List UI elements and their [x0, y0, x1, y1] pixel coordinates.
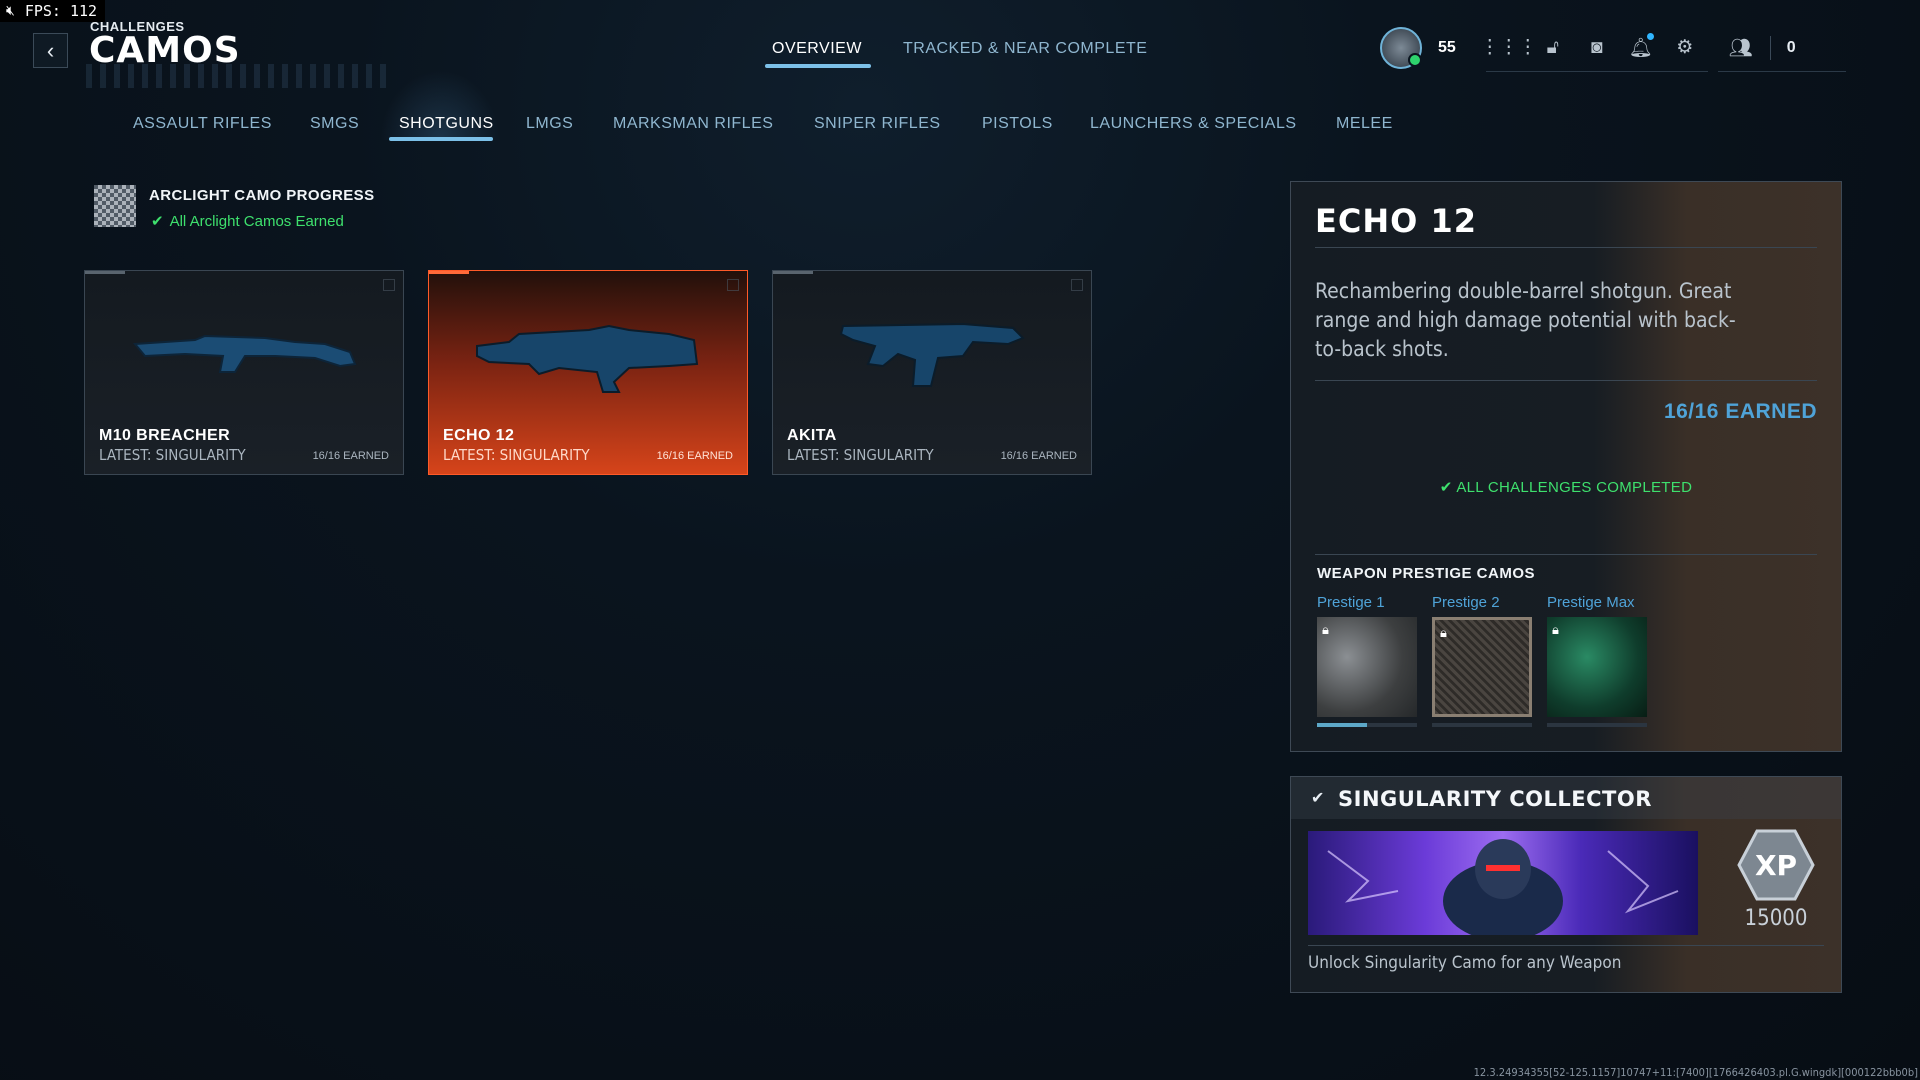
- prestige-progress-bar: [1432, 723, 1532, 727]
- divider: [1308, 945, 1824, 946]
- prestige-max-image: 🔒︎: [1547, 617, 1647, 717]
- prestige-label: Prestige 1: [1317, 594, 1385, 611]
- weapon-latest-camo: LATEST: SINGULARITY: [99, 446, 246, 464]
- friends-area: 👥︎ 0: [1717, 35, 1846, 72]
- weapon-name: AKITA: [787, 427, 837, 444]
- weapon-card-echo-12[interactable]: ECHO 12 LATEST: SINGULARITY 16/16 EARNED: [428, 270, 748, 475]
- lock-icon: 🔒︎: [1322, 622, 1329, 637]
- progress-title: ARCLIGHT CAMO PROGRESS: [149, 187, 375, 204]
- chevron-left-icon: ‹: [46, 37, 55, 63]
- mute-icon: 🔇︎: [6, 3, 15, 19]
- prestige-max-camo[interactable]: Prestige Max 🔒︎: [1547, 594, 1647, 727]
- lock-icon: 🔒︎: [1440, 625, 1447, 640]
- card-top-bar: [429, 271, 469, 274]
- progress-status-text: All Arclight Camos Earned: [169, 213, 344, 230]
- category-sniper-rifles[interactable]: SNIPER RIFLES: [814, 115, 941, 133]
- divider: [1315, 554, 1817, 555]
- prestige-progress-fill: [1317, 723, 1367, 727]
- check-icon: ✔: [1311, 790, 1325, 807]
- fps-text: FPS: 112: [24, 2, 98, 20]
- collector-description: Unlock Singularity Camo for any Weapon: [1308, 953, 1622, 973]
- weapon-name: ECHO 12: [443, 427, 515, 444]
- gear-icon[interactable]: ⚙: [1672, 35, 1698, 61]
- friends-count: 0: [1786, 38, 1796, 56]
- prestige-2-image: 🔒︎: [1432, 617, 1532, 717]
- tab-overview[interactable]: OVERVIEW: [772, 40, 862, 58]
- prestige-2-camo[interactable]: Prestige 2 🔒︎: [1432, 594, 1532, 727]
- weapon-latest-camo: LATEST: SINGULARITY: [787, 446, 934, 464]
- category-lmgs[interactable]: LMGS: [526, 115, 573, 133]
- m10-breacher-weapon-image: [132, 334, 357, 373]
- prestige-1-image: 🔒︎: [1317, 617, 1417, 717]
- bell-icon[interactable]: 🔔︎: [1628, 32, 1654, 61]
- category-smgs[interactable]: SMGS: [310, 115, 359, 133]
- prestige-label: Prestige 2: [1432, 594, 1500, 611]
- category-underline: [389, 137, 493, 141]
- camera-icon[interactable]: ◙: [1584, 35, 1610, 61]
- xp-amount: 15000: [1744, 906, 1808, 931]
- grid-menu-icon[interactable]: ⋮⋮⋮: [1480, 35, 1537, 61]
- card-corner-icon: [383, 279, 395, 291]
- prestige-progress-bar: [1547, 723, 1647, 727]
- prestige-label: Prestige Max: [1547, 594, 1635, 611]
- tab-tracked-near-complete[interactable]: TRACKED & NEAR COMPLETE: [903, 40, 1147, 58]
- detail-earned: 16/16 EARNED: [1663, 400, 1817, 423]
- weapon-latest-camo: LATEST: SINGULARITY: [443, 446, 590, 464]
- weapon-detail-panel: ECHO 12 Rechambering double-barrel shotg…: [1290, 181, 1842, 752]
- avatar[interactable]: [1380, 27, 1422, 69]
- category-shotguns[interactable]: SHOTGUNS: [399, 115, 494, 133]
- prestige-1-camo[interactable]: Prestige 1 🔒︎: [1317, 594, 1417, 727]
- prestige-progress-bar: [1317, 723, 1417, 727]
- detail-description: Rechambering double-barrel shotgun. Grea…: [1315, 279, 1736, 361]
- online-status-icon: [1408, 53, 1422, 67]
- friends-icon[interactable]: 👥︎: [1728, 35, 1754, 61]
- xp-reward: XP 15000: [1731, 829, 1821, 931]
- divider: [1315, 247, 1817, 248]
- xp-badge-icon: XP: [1737, 829, 1815, 901]
- card-top-bar: [85, 271, 125, 274]
- header-icons: 55 ⋮⋮⋮ 🔓︎ ◙ 🔔︎ ⚙ 👥︎ 0: [1380, 26, 1846, 72]
- card-corner-icon: [1071, 279, 1083, 291]
- collector-title: SINGULARITY COLLECTOR: [1338, 787, 1652, 811]
- weapon-card-m10-breacher[interactable]: M10 BREACHER LATEST: SINGULARITY 16/16 E…: [84, 270, 404, 475]
- check-icon: ✔: [151, 213, 164, 230]
- akita-weapon-image: [839, 322, 1025, 387]
- category-pistols[interactable]: PISTOLS: [982, 115, 1053, 133]
- title-decoration: [86, 64, 386, 88]
- card-top-bar: [773, 271, 813, 274]
- build-version: 12.3.24934355[52-125.1157]10747+11:[7400…: [1473, 1066, 1918, 1079]
- xp-badge-text: XP: [1755, 849, 1797, 882]
- notification-dot: [1646, 32, 1654, 40]
- weapon-earned: 16/16 EARNED: [1000, 450, 1077, 462]
- divider: [1315, 380, 1817, 381]
- category-assault-rifles[interactable]: ASSAULT RIFLES: [133, 115, 272, 133]
- weapon-name: M10 BREACHER: [99, 427, 231, 444]
- weapon-card-akita[interactable]: AKITA LATEST: SINGULARITY 16/16 EARNED: [772, 270, 1092, 475]
- progress-status: ✔ All Arclight Camos Earned: [151, 212, 344, 230]
- singularity-collector-panel: ✔ SINGULARITY COLLECTOR XP 15000 Unlock …: [1290, 776, 1842, 993]
- prestige-title: WEAPON PRESTIGE CAMOS: [1317, 565, 1536, 582]
- card-corner-icon: [727, 279, 739, 291]
- weapon-earned: 16/16 EARNED: [656, 450, 733, 462]
- category-melee[interactable]: MELEE: [1336, 115, 1393, 133]
- check-icon: ✔: [1439, 479, 1457, 496]
- menu-icons: ⋮⋮⋮ 🔓︎ ◙ 🔔︎ ⚙: [1480, 32, 1708, 72]
- echo-12-weapon-image: [476, 324, 699, 393]
- challenges-complete-text: ALL CHALLENGES COMPLETED: [1456, 479, 1693, 496]
- arclight-camo-thumbnail: [94, 185, 136, 227]
- back-button[interactable]: ‹: [33, 33, 68, 68]
- category-launchers-specials[interactable]: LAUNCHERS & SPECIALS: [1090, 115, 1297, 133]
- category-marksman-rifles[interactable]: MARKSMAN RIFLES: [613, 115, 773, 133]
- weapon-earned: 16/16 EARNED: [312, 450, 389, 462]
- collector-reward-image: [1308, 831, 1698, 935]
- challenges-complete: ✔ ALL CHALLENGES COMPLETED: [1291, 478, 1841, 496]
- divider: [1769, 35, 1771, 60]
- player-level: 55: [1438, 39, 1456, 56]
- unlock-icon[interactable]: 🔓︎: [1540, 35, 1566, 61]
- detail-weapon-name: ECHO 12: [1315, 202, 1477, 240]
- tab-underline: [765, 64, 871, 68]
- lock-icon: 🔒︎: [1552, 622, 1559, 637]
